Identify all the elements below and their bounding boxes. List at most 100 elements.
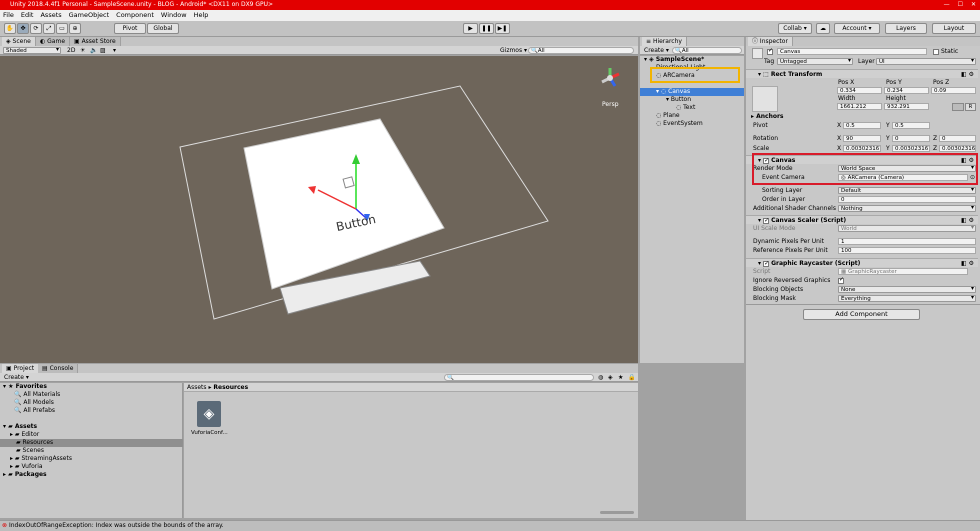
hierarchy-search-input[interactable]: 🔍All	[672, 47, 742, 54]
menu-component[interactable]: Component	[116, 10, 154, 21]
favorites-folder[interactable]: ▾ ★ Favorites	[3, 383, 47, 391]
global-toggle[interactable]: Global	[147, 23, 179, 34]
2d-toggle[interactable]: 2D	[67, 47, 75, 54]
menu-edit[interactable]: Edit	[21, 10, 34, 21]
tab-asset-store[interactable]: ▣ Asset Store	[70, 37, 121, 46]
graphic-raycaster-header[interactable]: ▾ Graphic Raycaster (Script)◧ ⚙	[746, 258, 978, 268]
active-checkbox[interactable]	[767, 47, 775, 55]
hand-tool-icon[interactable]: ✋	[4, 23, 16, 34]
hierarchy-item-plane[interactable]: ◌ Plane	[656, 112, 680, 120]
pause-button[interactable]: ❚❚	[479, 23, 494, 34]
static-toggle[interactable]: Static	[933, 48, 958, 55]
rot-x-input[interactable]: 90	[843, 135, 881, 142]
asset-filename[interactable]: VuforiaConf...	[191, 430, 228, 437]
light-icon[interactable]: ☀	[80, 47, 85, 54]
status-bar[interactable]: ⊗ IndexOutOfRangeException: Index was ou…	[0, 520, 980, 531]
step-button[interactable]: ▶❚	[495, 23, 510, 34]
project-search-input[interactable]: 🔍	[444, 374, 594, 381]
close-icon[interactable]: ✕	[971, 0, 976, 10]
breadcrumb-assets[interactable]: Assets	[187, 384, 207, 391]
rect-tool-icon[interactable]: ▭	[56, 23, 68, 34]
add-component-button[interactable]: Add Component	[803, 309, 920, 320]
layout-button[interactable]: Layout	[932, 23, 976, 34]
width-input[interactable]: 1661.212	[837, 103, 882, 110]
gizmos-dropdown[interactable]: Gizmos ▾	[500, 47, 527, 54]
audio-icon[interactable]: 🔈	[90, 47, 97, 54]
menu-window[interactable]: Window	[161, 10, 187, 21]
filter-type-icon[interactable]: ◍	[598, 374, 603, 381]
raw-edit-button[interactable]: R	[965, 103, 976, 111]
hierarchy-scene[interactable]: ▾ ◈ SampleScene*	[644, 56, 704, 64]
favorite-star-icon[interactable]: ★	[618, 374, 623, 381]
filter-label-icon[interactable]: ◈	[608, 374, 613, 381]
scene-viewport[interactable]: Persp Button	[0, 56, 638, 363]
maximize-icon[interactable]: ☐	[958, 0, 963, 10]
menu-assets[interactable]: Assets	[40, 10, 61, 21]
rotate-tool-icon[interactable]: ⟳	[30, 23, 42, 34]
menu-help[interactable]: Help	[194, 10, 209, 21]
effects-icon[interactable]: ▨	[100, 47, 106, 54]
dynamic-pixels-input[interactable]: 1	[838, 238, 976, 245]
tab-inspector[interactable]: ⓘ Inspector	[748, 37, 793, 46]
pos-y-input[interactable]: 0.234	[884, 87, 929, 94]
rot-y-input[interactable]: 0	[892, 135, 930, 142]
account-button[interactable]: Account ▾	[834, 23, 880, 34]
tab-scene[interactable]: ◈ Scene	[2, 37, 36, 46]
lock-icon[interactable]: 🔒	[628, 374, 635, 381]
ui-scale-mode-dropdown[interactable]: World	[838, 225, 976, 232]
packages-folder[interactable]: ▸ ▰ Packages	[3, 471, 47, 479]
transform-tool-icon[interactable]: ⊕	[69, 23, 81, 34]
folder-scenes[interactable]: ▰ Scenes	[16, 447, 44, 455]
menu-gameobject[interactable]: GameObject	[69, 10, 110, 21]
pivot-toggle[interactable]: Pivot	[114, 23, 146, 34]
favorite-all-models[interactable]: 🔍 All Models	[14, 399, 54, 407]
folder-vuforia[interactable]: ▸ ▰ Vuforia	[10, 463, 43, 471]
hierarchy-item-eventsystem[interactable]: ◌ EventSystem	[656, 120, 703, 128]
anchors-foldout[interactable]: ▸ Anchors	[751, 113, 784, 120]
favorite-all-prefabs[interactable]: 🔍 All Prefabs	[14, 407, 55, 415]
pos-x-input[interactable]: 0.334	[837, 87, 882, 94]
rot-z-input[interactable]: 0	[939, 135, 976, 142]
hierarchy-item-button[interactable]: ▾ Button	[666, 96, 691, 104]
camera-icon[interactable]: ▾	[113, 47, 116, 54]
tab-game[interactable]: ◐ Game	[36, 37, 71, 46]
folder-resources[interactable]: ▰ Resources	[16, 439, 53, 447]
gameobject-name-input[interactable]: Canvas	[777, 48, 927, 55]
rect-transform-header[interactable]: ▾ ⬚ Rect Transform ◧ ⚙	[746, 69, 978, 78]
tab-project[interactable]: ▣ Project	[2, 364, 40, 373]
move-tool-icon[interactable]: ✥	[17, 23, 29, 34]
scale-z-input[interactable]: 0.003023167	[939, 145, 976, 152]
folder-editor[interactable]: ▸ ▰ Editor	[10, 431, 39, 439]
scene-search-input[interactable]: 🔍All	[528, 47, 634, 54]
hierarchy-item-text[interactable]: ◌ Text	[676, 104, 695, 112]
pos-z-input[interactable]: 0.09	[931, 87, 976, 94]
persp-label[interactable]: Persp	[602, 101, 619, 108]
minimize-icon[interactable]: —	[944, 0, 950, 10]
blocking-objects-dropdown[interactable]: None	[838, 286, 976, 293]
reference-pixels-input[interactable]: 100	[838, 247, 976, 254]
scale-y-input[interactable]: 0.003023167	[892, 145, 930, 152]
hierarchy-create-button[interactable]: Create ▾	[644, 47, 669, 54]
tab-hierarchy[interactable]: ≡ Hierarchy	[642, 37, 687, 46]
pivot-x-input[interactable]: 0.5	[843, 122, 881, 129]
play-button[interactable]: ▶	[463, 23, 478, 34]
pivot-y-input[interactable]: 0.5	[892, 122, 930, 129]
scale-tool-icon[interactable]: ⤢	[43, 23, 55, 34]
ignore-reversed-checkbox[interactable]	[838, 276, 846, 284]
cloud-icon[interactable]: ☁	[816, 23, 830, 34]
favorite-all-materials[interactable]: 🔍 All Materials	[14, 391, 60, 399]
scale-x-input[interactable]: 0.003023167	[843, 145, 881, 152]
layer-dropdown[interactable]: UI	[876, 58, 976, 65]
tab-console[interactable]: ▤ Console	[38, 364, 79, 373]
anchor-preset-icon[interactable]	[752, 86, 778, 112]
hierarchy-item-canvas[interactable]: ▾ ◌ Canvas	[656, 88, 690, 96]
shader-channels-dropdown[interactable]: Nothing	[838, 205, 976, 212]
height-input[interactable]: 932.291	[884, 103, 929, 110]
layers-button[interactable]: Layers	[885, 23, 927, 34]
collab-button[interactable]: Collab ▾	[778, 23, 812, 34]
tag-dropdown[interactable]: Untagged	[777, 58, 853, 65]
unity-asset-icon[interactable]: ◈	[197, 401, 221, 427]
project-create-button[interactable]: Create ▾	[4, 374, 29, 381]
blueprint-mode-button[interactable]	[952, 103, 964, 111]
assets-folder[interactable]: ▾ ▰ Assets	[3, 423, 37, 431]
